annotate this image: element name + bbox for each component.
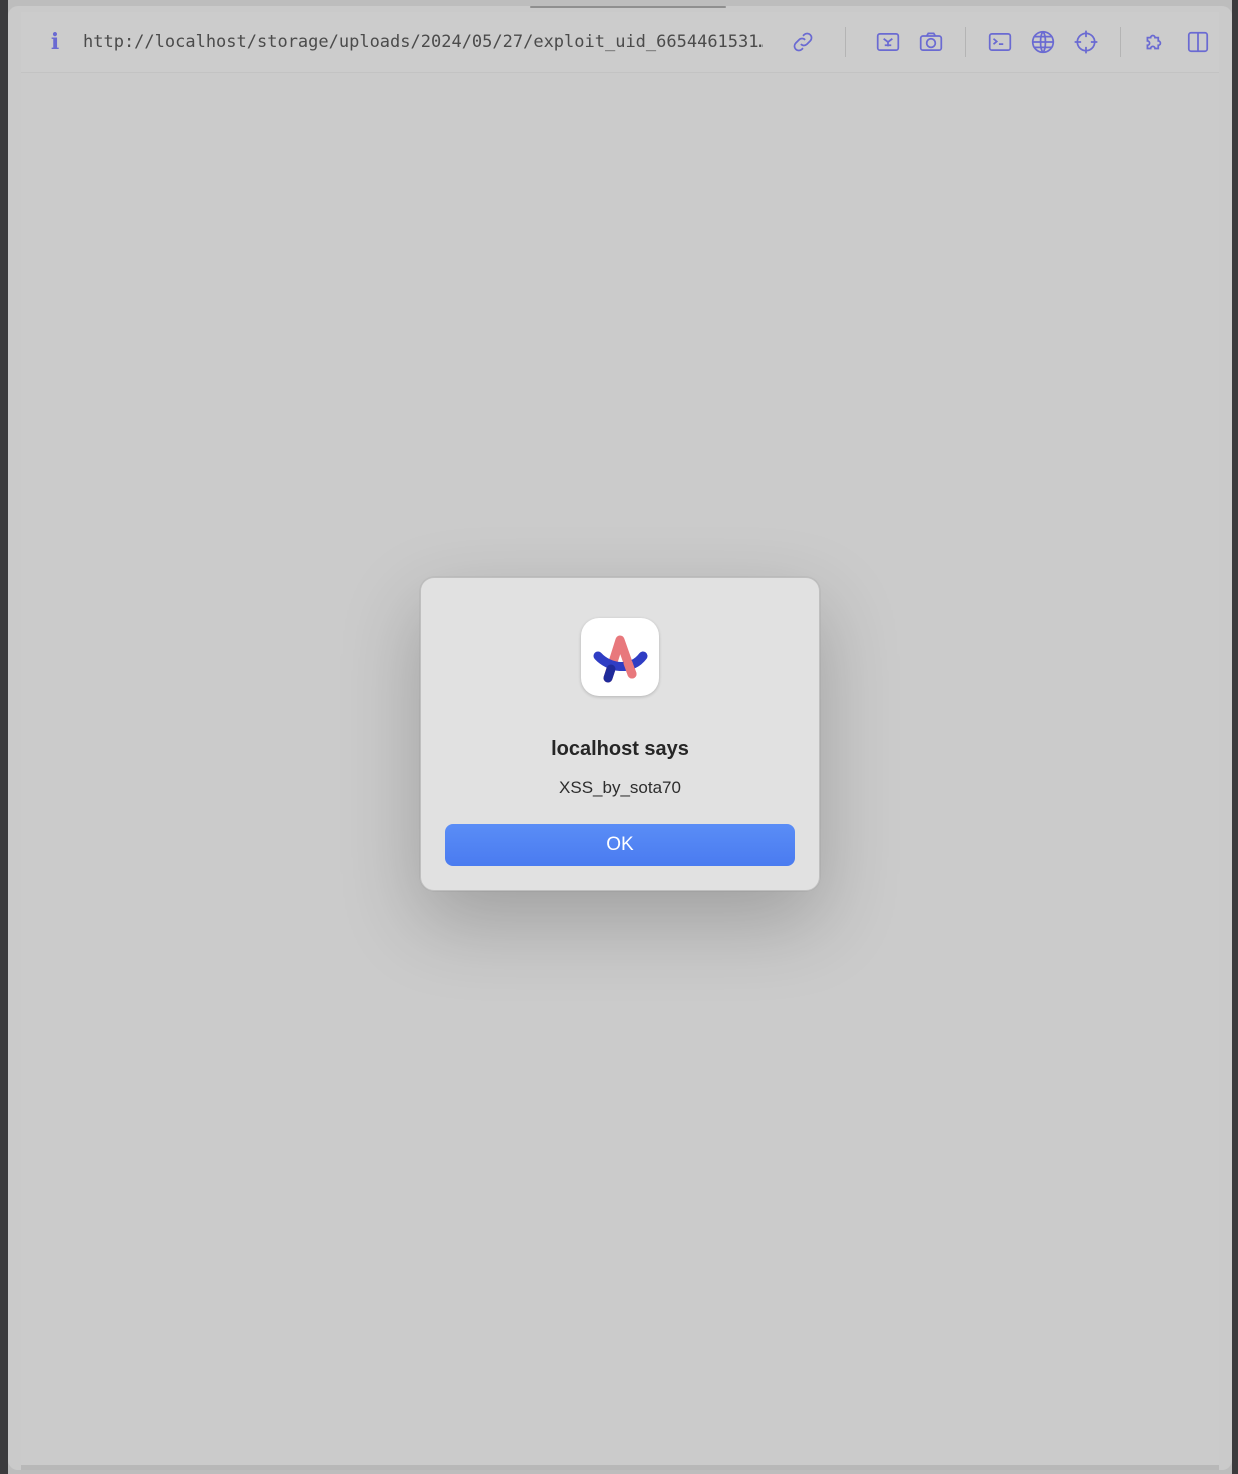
globe-icon[interactable] [1029,28,1057,56]
browser-toolbar: i http://localhost/storage/uploads/2024/… [21,12,1219,73]
window-bottom-edge [21,1465,1219,1470]
toolbar-separator [845,27,846,57]
arc-browser-icon [581,618,659,696]
screenshot-region-icon[interactable] [874,28,902,56]
url-field[interactable]: http://localhost/storage/uploads/2024/05… [83,32,763,52]
extensions-icon[interactable] [1141,28,1169,56]
ok-button[interactable]: OK [445,824,795,866]
dialog-title: localhost says [551,738,689,760]
dialog-message: XSS_by_sota70 [559,778,681,797]
terminal-icon[interactable] [986,28,1014,56]
window-drag-handle[interactable] [530,6,726,8]
toolbar-separator [965,27,966,57]
alert-dialog: localhost says XSS_by_sota70 OK [420,577,820,891]
split-view-icon[interactable] [1184,28,1212,56]
background-app-edge-right [1232,0,1238,1474]
toolbar-separator [1120,27,1121,57]
info-icon[interactable]: i [43,29,67,55]
link-icon[interactable] [789,28,817,56]
screen: i http://localhost/storage/uploads/2024/… [0,0,1238,1474]
crosshair-icon[interactable] [1072,28,1100,56]
camera-icon[interactable] [917,28,945,56]
background-app-edge [0,0,8,1474]
